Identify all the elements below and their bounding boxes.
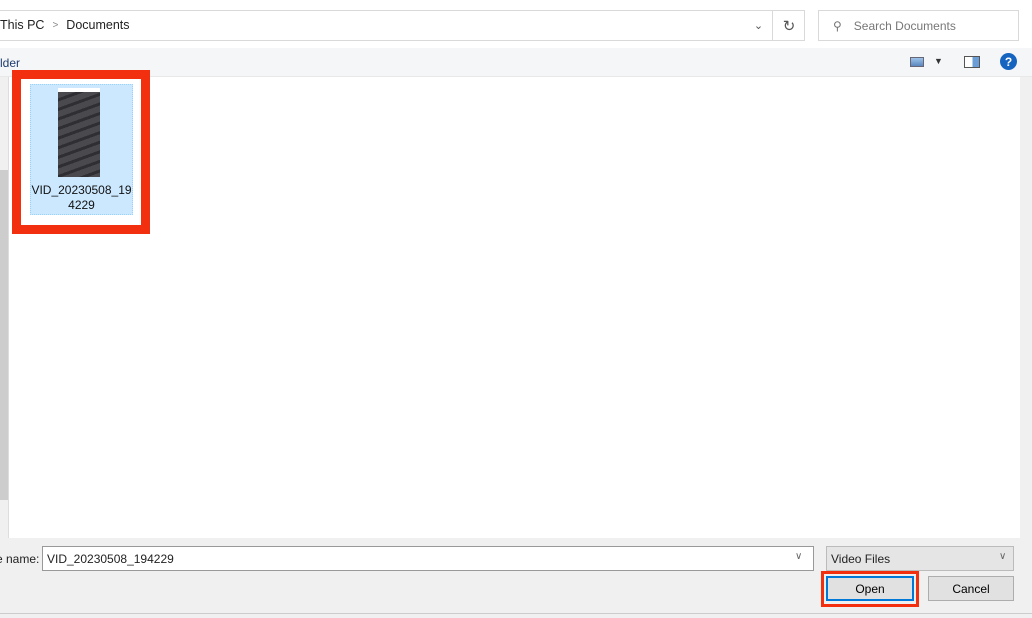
file-list-scrollbar[interactable]: [1020, 77, 1032, 538]
file-type-select[interactable]: Video Files: [826, 546, 1014, 571]
navigation-scrollbar[interactable]: [0, 170, 8, 500]
file-name-label: VID_20230508_19 4229: [31, 183, 132, 212]
breadcrumb-documents[interactable]: Documents: [66, 18, 129, 32]
new-folder-button[interactable]: lder: [0, 56, 20, 70]
change-view-icon[interactable]: [910, 57, 924, 67]
caret-down-icon[interactable]: ▼: [934, 56, 943, 66]
video-thumbnail: [58, 88, 100, 177]
search-placeholder: Search Documents: [853, 18, 956, 33]
help-icon[interactable]: ?: [1000, 53, 1017, 70]
breadcrumb-this-pc[interactable]: This PC: [0, 18, 44, 32]
chevron-down-icon[interactable]: ⌄: [745, 10, 772, 41]
file-list: [9, 77, 1020, 538]
refresh-icon[interactable]: ↻: [772, 10, 805, 41]
toolbar: [0, 48, 1032, 77]
divider: [0, 613, 1032, 614]
file-name-input[interactable]: VID_20230508_194229: [42, 546, 814, 571]
breadcrumb: This PC > Documents: [0, 18, 130, 32]
cancel-button[interactable]: Cancel: [928, 576, 1014, 601]
search-input[interactable]: ⚲ Search Documents: [818, 10, 1019, 41]
file-name-label: e name:: [0, 552, 40, 566]
preview-pane-icon[interactable]: [964, 56, 980, 68]
open-button[interactable]: Open: [826, 576, 914, 601]
chevron-down-icon[interactable]: ∨: [795, 551, 802, 562]
search-icon: ⚲: [833, 18, 842, 33]
chevron-right-icon: >: [52, 19, 59, 31]
chevron-down-icon[interactable]: ∨: [999, 551, 1006, 562]
